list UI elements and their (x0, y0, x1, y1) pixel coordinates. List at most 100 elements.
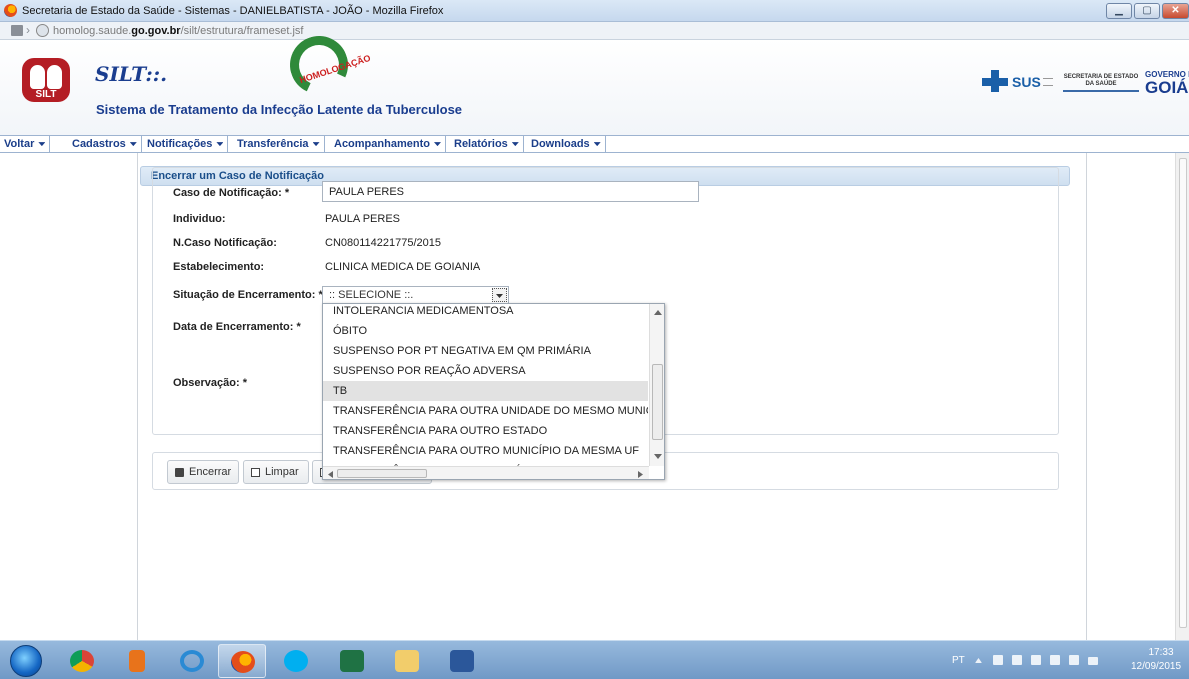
app-abbrev: SILT::. (95, 62, 168, 86)
address-bar[interactable]: › homolog.saude.go.gov.br/silt/estrutura… (0, 22, 1189, 40)
ie-icon (180, 650, 204, 672)
taskbar-ie[interactable] (168, 644, 216, 678)
volume-icon[interactable] (1050, 655, 1060, 665)
chevron-down-icon (216, 142, 224, 147)
estabelecimento-label: Estabelecimento: (173, 261, 265, 273)
ncaso-label: N.Caso Notificação: (173, 237, 277, 249)
maximize-button[interactable]: ▢ (1134, 3, 1160, 19)
situacao-label: Situação de Encerramento: * (173, 289, 323, 301)
page-scrollbar[interactable] (1175, 153, 1189, 640)
data-encerramento-label: Data de Encerramento: * (173, 321, 301, 333)
option-transf-outro-estado[interactable]: TRANSFERÊNCIA PARA OUTRO ESTADO (323, 421, 648, 441)
dropdown-vscrollbar[interactable] (649, 304, 664, 466)
chevron-down-icon[interactable] (492, 288, 507, 302)
page-icon (11, 25, 23, 36)
taskbar-skype[interactable] (272, 644, 320, 678)
app-fullname: Sistema de Tratamento da Infecção Latent… (96, 102, 463, 117)
menu-downloads[interactable]: Downloads (527, 136, 606, 152)
taskbar-chrome[interactable] (58, 644, 106, 678)
option-suspenso-reacao[interactable]: SUSPENSO POR REAÇÃO ADVERSA (323, 361, 648, 381)
minimize-button[interactable]: ▁ (1106, 3, 1132, 19)
dropdown-hscrollbar[interactable] (323, 466, 649, 479)
cloud-icon[interactable] (1069, 655, 1079, 665)
action-center-flag-icon[interactable] (1012, 655, 1022, 665)
chevron-down-icon (433, 142, 441, 147)
chevron-down-icon (129, 142, 137, 147)
scrollbar-thumb[interactable] (652, 364, 663, 440)
network-icon[interactable] (1031, 655, 1041, 665)
option-suspenso-pt-negativa[interactable]: SUSPENSO POR PT NEGATIVA EM QM PRIMÁRIA (323, 341, 648, 361)
situacao-selected-value: :: SELECIONE ::. (329, 289, 414, 301)
lung-left-icon (30, 65, 45, 89)
app-header: SILT SILT::. Sistema de Tratamento da In… (0, 40, 1189, 135)
sus-logo-text: SUS (1012, 74, 1041, 90)
scrollbar-thumb[interactable] (337, 469, 427, 478)
option-intolerancia[interactable]: INTOLERANCIA MEDICAMENTOSA (323, 304, 648, 321)
menu-bar: Voltar Cadastros Notificações Transferên… (0, 135, 1189, 153)
scroll-right-icon[interactable] (638, 471, 643, 478)
save-icon (175, 468, 184, 477)
scroll-left-icon[interactable] (328, 471, 333, 478)
taskbar-word[interactable] (438, 644, 486, 678)
menu-relatorios[interactable]: Relatórios (450, 136, 524, 152)
menu-notificacoes[interactable]: Notificações (143, 136, 229, 152)
scroll-down-icon[interactable] (654, 454, 662, 459)
taskbar-firefox[interactable] (218, 644, 266, 678)
window-title: Secretaria de Estado da Saúde - Sistemas… (22, 5, 444, 17)
limpar-button[interactable]: Limpar (243, 460, 309, 484)
encerrar-button[interactable]: Encerrar (167, 460, 239, 484)
globe-icon (36, 24, 49, 37)
tray-expand-icon[interactable] (975, 658, 982, 663)
tray-language[interactable]: PT (952, 655, 965, 666)
option-transf-mesmo-municipio[interactable]: TRANSFERÊNCIA PARA OUTRA UNIDADE DO MESM… (323, 401, 648, 421)
menu-voltar[interactable]: Voltar (0, 136, 51, 152)
window-titlebar: Secretaria de Estado da Saúde - Sistemas… (0, 0, 1189, 22)
secretaria-logo: SECRETARIA DE ESTADO DA SAÚDE (1063, 74, 1139, 92)
option-tb[interactable]: TB (323, 381, 648, 401)
sus-tagline (1043, 78, 1053, 86)
menu-acompanhamento[interactable]: Acompanhamento (330, 136, 446, 152)
page-icon (251, 468, 260, 477)
folder-icon (395, 650, 419, 672)
situacao-select[interactable]: :: SELECIONE ::. (322, 286, 509, 304)
option-obito[interactable]: ÓBITO (323, 321, 648, 341)
situacao-dropdown-list[interactable]: INTOLERANCIA MEDICAMENTOSA ÓBITO SUSPENS… (322, 303, 665, 480)
close-button[interactable]: ✕ (1162, 3, 1189, 19)
individuo-value: PAULA PERES (325, 213, 400, 225)
ncaso-value: CN080114221775/2015 (325, 237, 442, 249)
excel-icon (340, 650, 364, 672)
goias-label: GOIÁS (1145, 78, 1189, 97)
caso-input[interactable] (322, 181, 699, 202)
windows-taskbar: PT 17:33 12/09/2015 (0, 640, 1189, 679)
menu-cadastros[interactable]: Cadastros (68, 136, 142, 152)
lung-right-icon (47, 65, 62, 89)
menu-transferencia[interactable]: Transferência (233, 136, 325, 152)
individuo-label: Individuo: (173, 213, 226, 225)
chevron-down-icon (38, 142, 46, 147)
chevron-down-icon (511, 142, 519, 147)
chevron-right-icon: › (26, 23, 30, 37)
windows-flag-icon[interactable] (993, 655, 1003, 665)
chrome-icon (70, 650, 94, 672)
sus-cross-icon (982, 70, 1008, 92)
clock-time[interactable]: 17:33 (1141, 647, 1181, 658)
taskbar-explorer[interactable] (383, 644, 431, 678)
observacao-label: Observação: * (173, 377, 247, 389)
scrollbar-thumb[interactable] (1179, 158, 1187, 628)
url-text[interactable]: homolog.saude.go.gov.br/silt/estrutura/f… (53, 25, 303, 37)
firefox-icon (231, 651, 255, 673)
scroll-up-icon[interactable] (654, 310, 662, 315)
word-icon (450, 650, 474, 672)
caso-label: Caso de Notificação: * (173, 187, 290, 199)
clock-date[interactable]: 12/09/2015 (1131, 661, 1181, 672)
start-button[interactable] (10, 645, 42, 677)
logo-text: SILT (35, 89, 57, 100)
chevron-down-icon (312, 142, 320, 147)
skype-icon (284, 650, 308, 672)
signal-icon[interactable] (1088, 657, 1098, 665)
taskbar-vlc[interactable] (113, 644, 161, 678)
option-transf-outro-municipio[interactable]: TRANSFERÊNCIA PARA OUTRO MUNICÍPIO DA ME… (323, 441, 648, 461)
vlc-icon (129, 650, 145, 672)
estabelecimento-value: CLINICA MEDICA DE GOIANIA (325, 261, 481, 273)
taskbar-excel[interactable] (328, 644, 376, 678)
